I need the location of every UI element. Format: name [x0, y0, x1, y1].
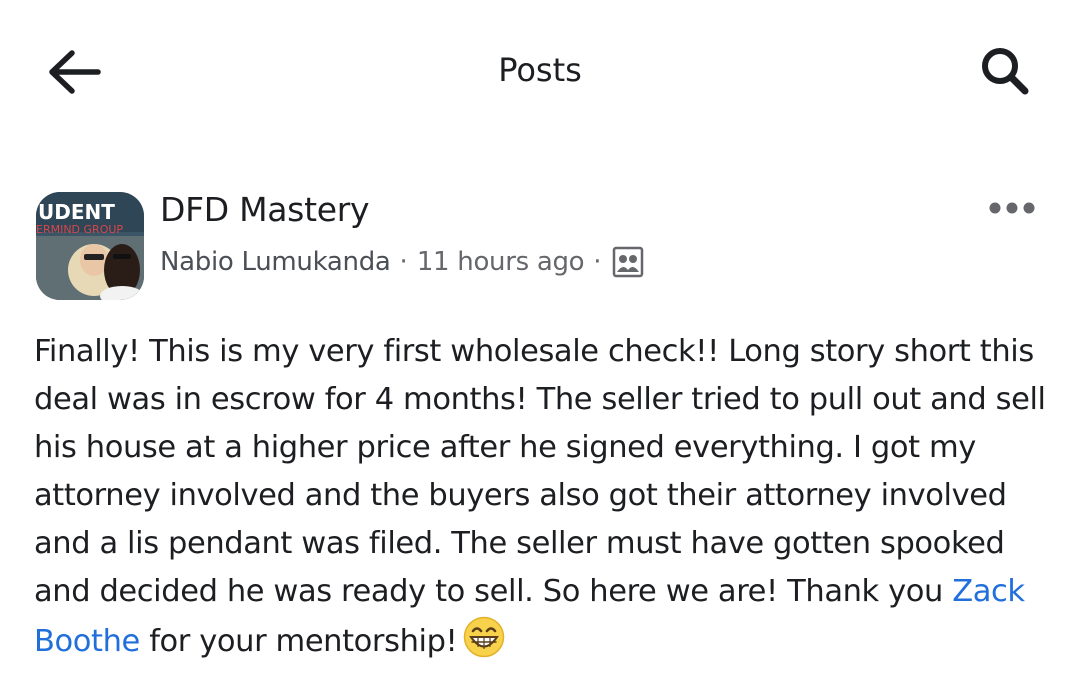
- grinning-face-emoji-icon: [464, 616, 505, 658]
- avatar-logo-text: UDENT: [38, 200, 115, 224]
- more-horizontal-icon: [989, 202, 1035, 214]
- group-name[interactable]: DFD Mastery: [160, 188, 370, 232]
- group-avatar-image: UDENT ERMIND GROUP: [36, 192, 144, 300]
- post-body: Finally! This is my very first wholesale…: [34, 328, 1049, 666]
- post-header: UDENT ERMIND GROUP DFD Mastery Nabio Lum…: [0, 180, 1080, 310]
- group-avatar[interactable]: UDENT ERMIND GROUP: [36, 192, 144, 300]
- group-members-icon: [611, 245, 645, 279]
- post-timestamp[interactable]: 11 hours ago: [417, 247, 585, 277]
- avatar-logo-subtext: ERMIND GROUP: [36, 223, 123, 236]
- meta-separator: ·: [399, 247, 408, 277]
- search-icon: [982, 48, 1029, 95]
- page-title: Posts: [498, 51, 582, 89]
- top-bar: Posts: [0, 0, 1080, 140]
- more-options-button[interactable]: [980, 190, 1044, 226]
- author-name[interactable]: Nabio Lumukanda: [160, 247, 391, 277]
- post-text: Finally! This is my very first wholesale…: [34, 334, 1046, 609]
- post-text-end: for your mentorship!: [139, 624, 458, 659]
- search-button[interactable]: [966, 36, 1046, 108]
- meta-separator: ·: [593, 247, 602, 277]
- post-meta: Nabio Lumukanda · 11 hours ago ·: [160, 242, 645, 282]
